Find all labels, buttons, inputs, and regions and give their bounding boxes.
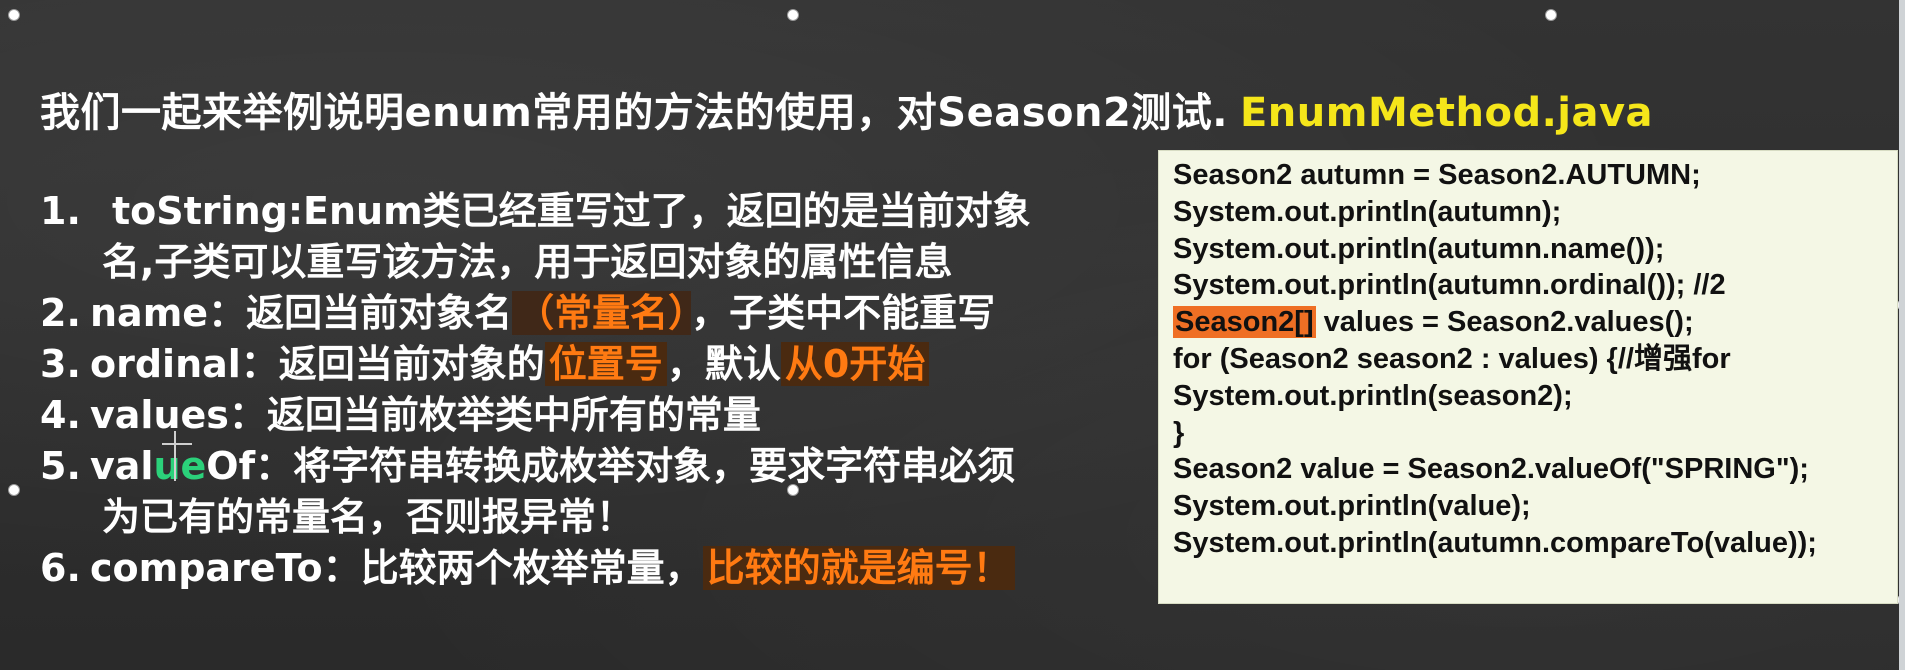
- item-number: 2.: [40, 291, 81, 335]
- item-highlight: 从0开始: [780, 342, 930, 386]
- code-highlight: Season2[]: [1173, 306, 1316, 339]
- item-text: name：返回当前对象名: [90, 291, 513, 335]
- item-number: 3.: [40, 342, 81, 386]
- code-line: Season2 value = Season2.valueOf("SPRING"…: [1173, 453, 1809, 486]
- list-item-continuation: 为已有的常量名，否则报异常！: [102, 495, 635, 539]
- item-number: 4.: [40, 393, 81, 437]
- list-item: 2. name：返回当前对象名 （常量名） ，子类中不能重写: [40, 288, 1140, 339]
- item-text: val: [90, 444, 154, 488]
- page-title: 我们一起来举例说明enum常用的方法的使用，对Season2测试. EnumMet…: [40, 80, 1653, 136]
- text-cursor-icon: [162, 431, 210, 481]
- selection-handle[interactable]: [1545, 9, 1557, 21]
- selection-handle[interactable]: [8, 9, 20, 21]
- title-filename: EnumMethod.java: [1239, 90, 1654, 136]
- code-line: System.out.println(autumn.compareTo(valu…: [1173, 526, 1817, 559]
- item-number: 1.: [40, 189, 81, 233]
- title-text: 我们一起来举例说明enum常用的方法的使用，对Season2测试.: [40, 90, 1228, 136]
- item-text: ，默认: [666, 342, 781, 386]
- item-text: compareTo：比较两个枚举常量，: [90, 546, 703, 590]
- code-line: for (Season2 season2 : values) {//增强for: [1173, 342, 1731, 375]
- list-item: 6. compareTo：比较两个枚举常量， 比较的就是编号！: [40, 543, 1140, 594]
- list-item: 3. ordinal：返回当前对象的 位置号 ，默认 从0开始: [40, 339, 1140, 390]
- code-line: System.out.println(autumn.name());: [1173, 232, 1665, 265]
- slide: 我们一起来举例说明enum常用的方法的使用，对Season2测试. EnumMet…: [0, 0, 1905, 670]
- code-line: Season2 autumn = Season2.AUTUMN;: [1173, 159, 1701, 191]
- code-line: System.out.println(season2);: [1173, 379, 1573, 412]
- list-item-continuation: 名,子类可以重写该方法，用于返回对象的属性信息: [102, 240, 953, 284]
- window-edge: [1899, 0, 1905, 670]
- item-text: Of：将字符串转换成枚举对象，要求字符串必须: [206, 444, 1016, 488]
- code-line: System.out.println(autumn);: [1173, 195, 1562, 228]
- item-number: 6.: [40, 546, 81, 590]
- code-line: }: [1173, 416, 1185, 449]
- item-highlight: 比较的就是编号！: [702, 546, 1015, 590]
- list-item: 1. toString:Enum类已经重写过了，返回的是当前对象: [40, 186, 1140, 237]
- code-line: System.out.println(autumn.ordinal()); //…: [1173, 269, 1726, 302]
- code-box: Season2 autumn = Season2.AUTUMN; System.…: [1158, 150, 1898, 604]
- item-highlight: 位置号: [544, 342, 667, 386]
- item-number: 5.: [40, 444, 81, 488]
- item-text: ，子类中不能重写: [691, 291, 996, 335]
- code-text: values = Season2.values();: [1315, 306, 1694, 339]
- item-highlight: （常量名）: [512, 291, 692, 335]
- selection-handle[interactable]: [8, 484, 20, 496]
- method-list: 1. toString:Enum类已经重写过了，返回的是当前对象 名,子类可以重写…: [40, 186, 1140, 594]
- item-text: ordinal：返回当前对象的: [90, 342, 545, 386]
- code-line: Season2[] values = Season2.values();: [1173, 304, 1883, 341]
- item-text: toString:Enum类已经重写过了，返回的是当前对象: [112, 189, 1031, 233]
- code-line: System.out.println(value);: [1173, 490, 1531, 523]
- selection-handle[interactable]: [787, 9, 799, 21]
